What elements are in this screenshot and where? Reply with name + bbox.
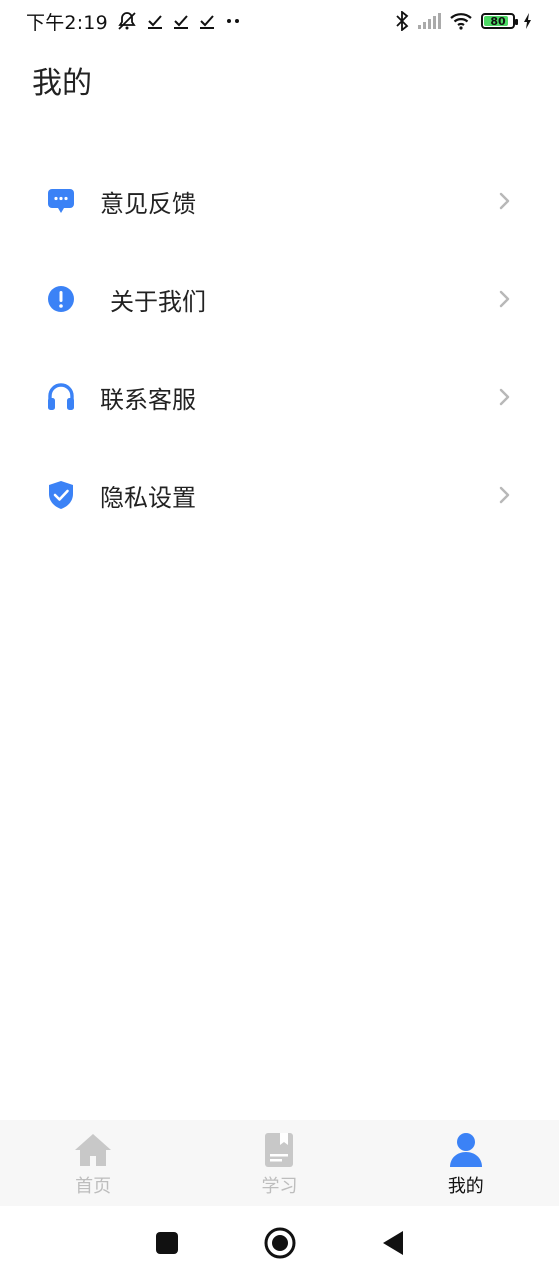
info-exclamation-icon [46,284,76,314]
page-title: 我的 [32,66,92,101]
home-button[interactable] [260,1223,300,1263]
menu-item-label: 隐私设置 [100,483,196,512]
download-done-icon [198,12,216,30]
menu-item-privacy[interactable]: 隐私设置 [0,446,559,544]
menu-item-feedback[interactable]: 意见反馈 [0,152,559,250]
shield-check-icon [46,480,76,510]
menu-item-label: 意见反馈 [100,189,196,218]
status-time: 下午2:19 [26,11,108,34]
signal-icon [417,12,441,30]
tab-label: 学习 [261,1176,298,1197]
menu-item-label: 关于我们 [110,287,206,316]
menu-item-about[interactable]: 关于我们 [0,250,559,348]
tab-label: 我的 [447,1176,484,1197]
menu-item-label: 联系客服 [100,385,196,414]
menu-item-customer-service[interactable]: 联系客服 [0,348,559,446]
recent-apps-button[interactable] [147,1223,187,1263]
system-navigation-bar [0,1206,559,1280]
chevron-right-icon [495,290,513,308]
more-dots-icon [224,17,242,25]
bottom-tab-bar: 首页 学习 我的 [0,1120,559,1206]
status-left: 下午2:19 [26,8,242,35]
download-done-icon [146,12,164,30]
book-icon [259,1132,299,1168]
bluetooth-icon [395,11,409,31]
headset-icon [46,382,76,412]
chevron-right-icon [495,486,513,504]
battery-level: 80 [490,14,506,28]
download-done-icon [172,12,190,30]
tab-mine[interactable]: 我的 [396,1132,536,1198]
tab-study[interactable]: 学习 [209,1132,349,1198]
settings-menu: 意见反馈 关于我们 联系客服 隐私设置 [0,152,559,544]
tab-home[interactable]: 首页 [23,1132,163,1198]
mute-icon [116,11,138,31]
tab-label: 首页 [75,1176,112,1197]
user-icon [446,1132,486,1168]
charging-icon [523,13,533,29]
battery-icon: 80 [481,13,518,29]
chevron-right-icon [495,192,513,210]
feedback-chat-icon [46,186,76,216]
status-right: 80 [395,11,533,31]
chevron-right-icon [495,388,513,406]
app-root: 下午2:19 80 我的 意见反馈 关于我们 联系客服 隐私设置 首页 学习 我… [0,0,559,1280]
status-bar: 下午2:19 80 [0,0,559,42]
wifi-icon [449,12,473,30]
back-button[interactable] [373,1223,413,1263]
home-icon [73,1132,113,1168]
